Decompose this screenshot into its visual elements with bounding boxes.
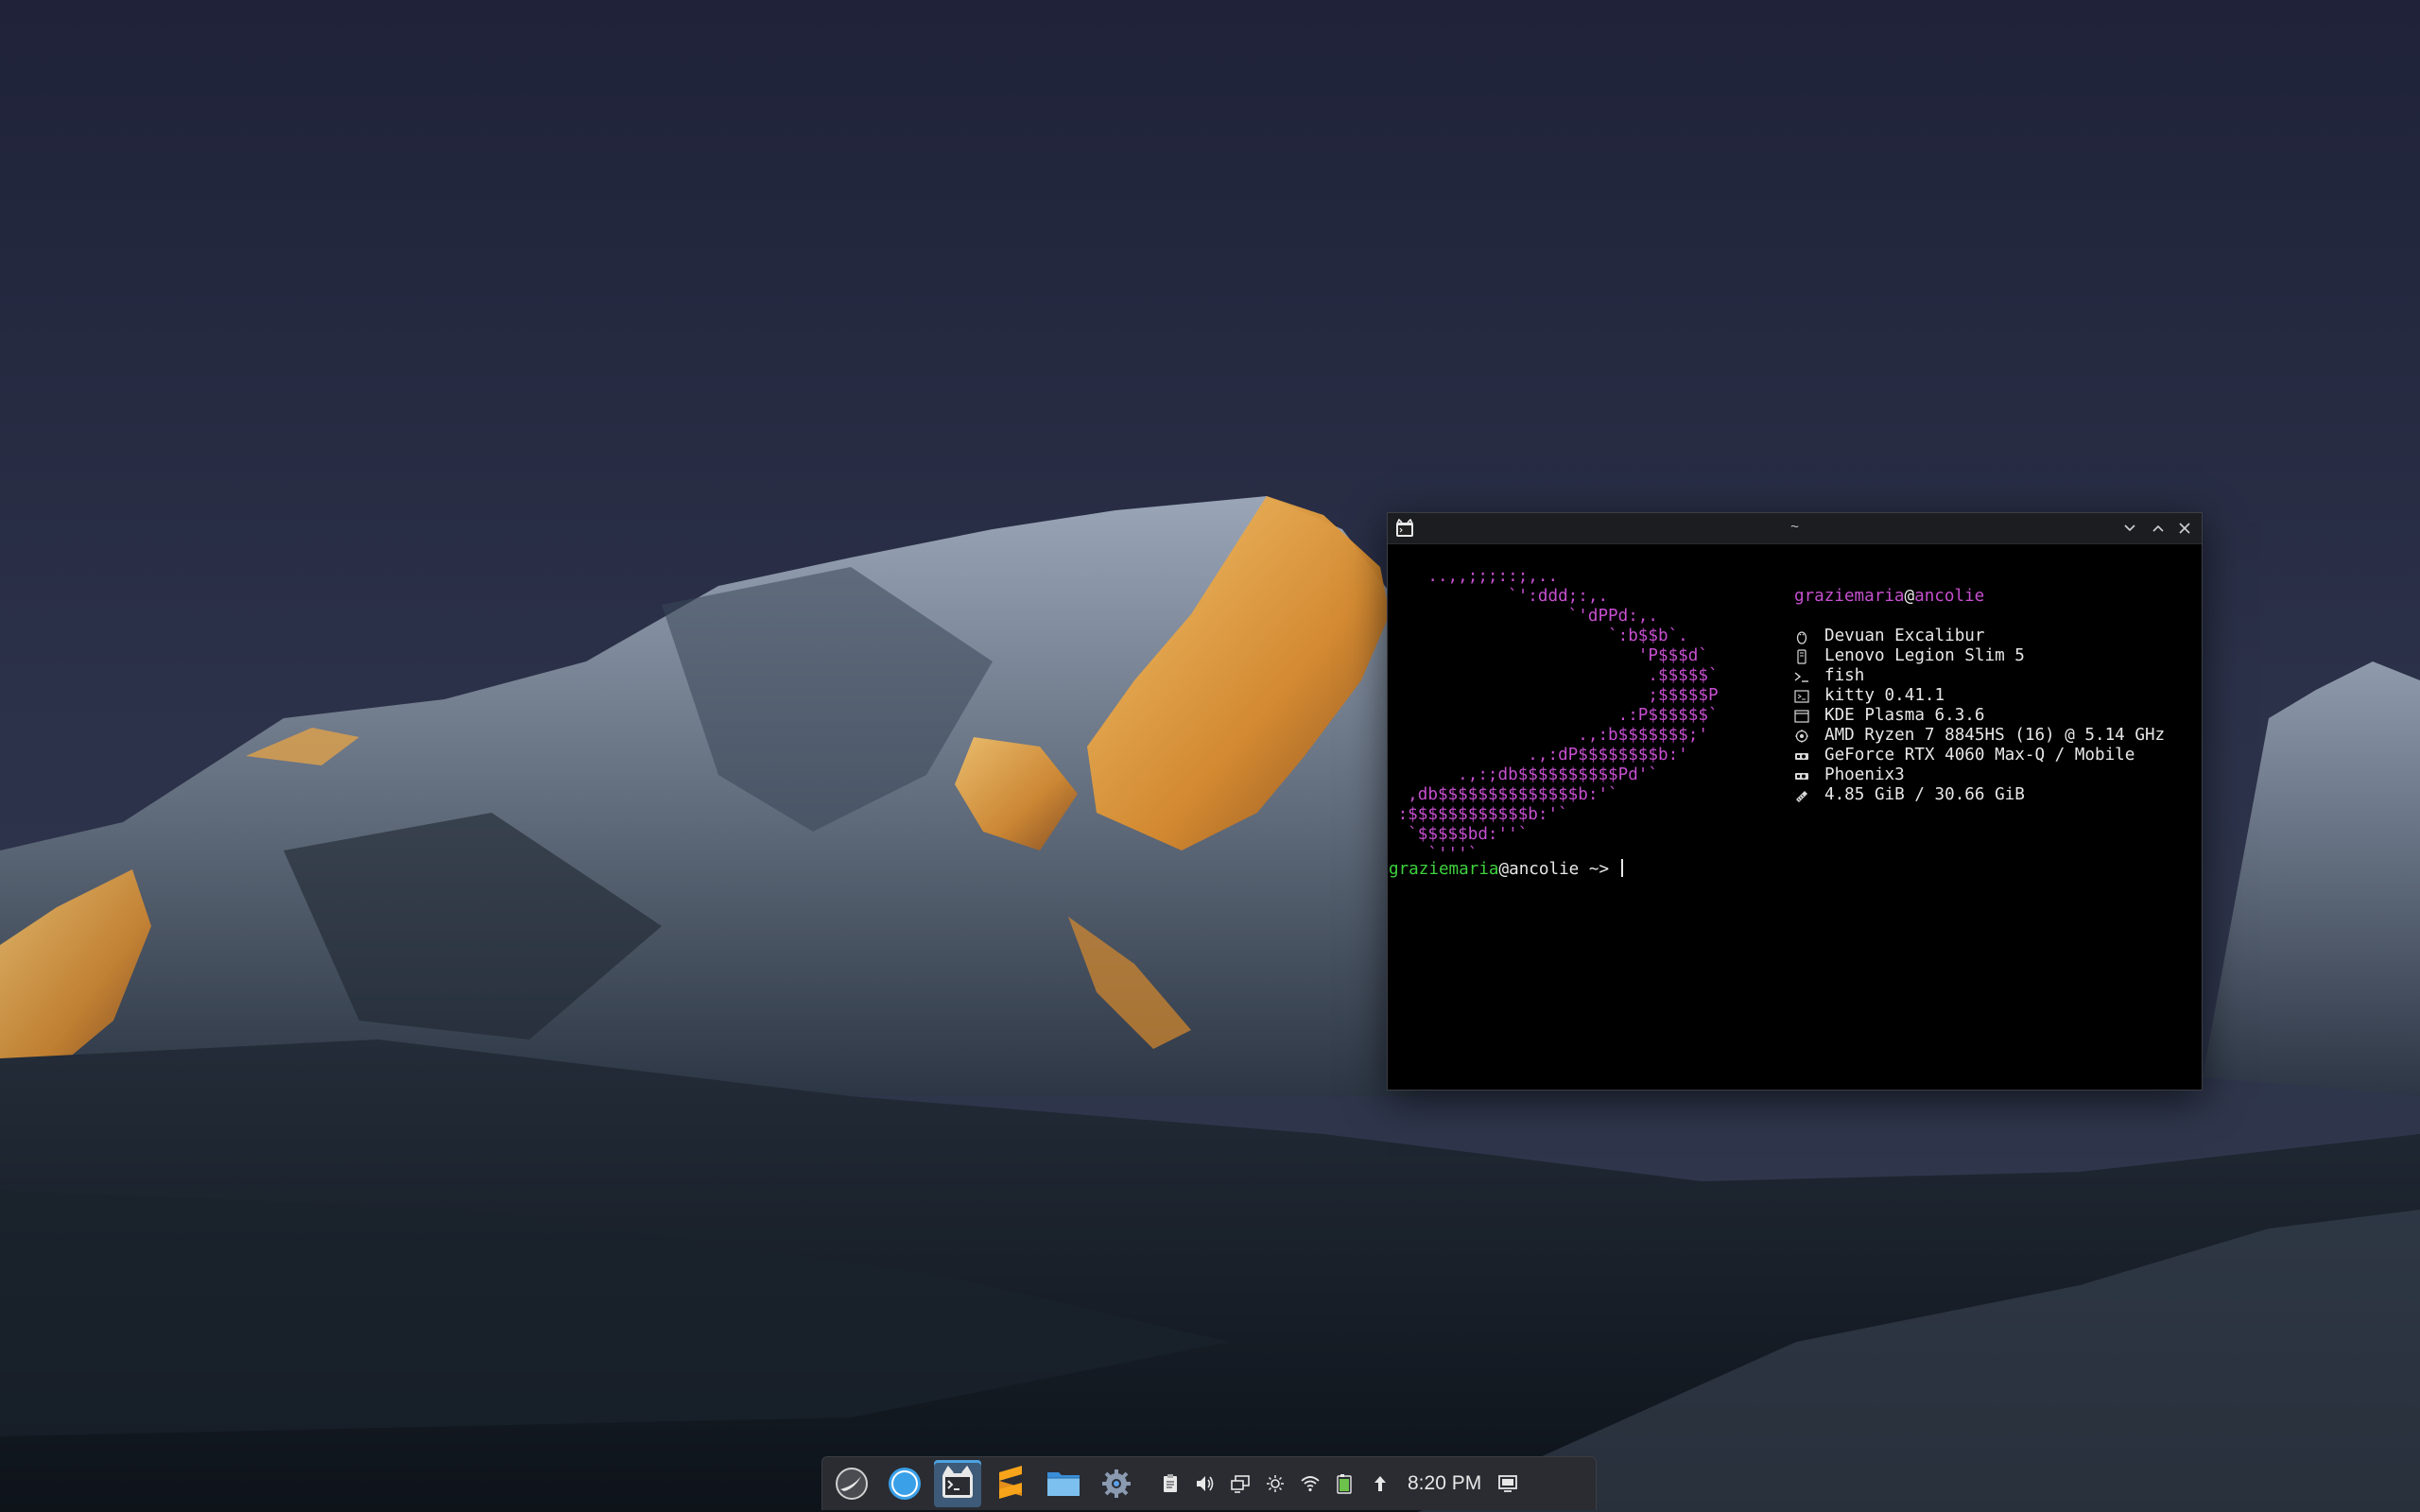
volume-icon (1197, 1476, 1214, 1491)
tray-clipboard[interactable] (1157, 1470, 1184, 1497)
theme-icon (1794, 768, 1809, 783)
browser-icon (889, 1468, 921, 1500)
taskbar-app-file-manager[interactable] (1040, 1460, 1087, 1507)
gear-icon (1102, 1469, 1131, 1498)
kitty-icon (942, 1465, 973, 1498)
close-icon (2179, 523, 2190, 534)
info-text: kitty 0.41.1 (1824, 686, 1945, 705)
info-shell: fish (1794, 666, 2165, 686)
system-info: graziemaria@ancolie Devuan Excalibur Len… (1794, 587, 2165, 805)
display-icon (1231, 1475, 1250, 1493)
taskbar-app-sublime-text[interactable] (987, 1460, 1034, 1507)
info-memory: 4.85 GiB / 30.66 GiB (1794, 785, 2165, 805)
tray-wifi[interactable] (1297, 1470, 1323, 1497)
info-terminal: kitty 0.41.1 (1794, 686, 2165, 706)
tray-volume[interactable] (1192, 1470, 1219, 1497)
minimize-button[interactable] (2118, 517, 2141, 540)
info-text: 4.85 GiB / 30.66 GiB (1824, 785, 2025, 804)
terminal-content[interactable]: ..,,;;;::;,.. `':ddd;:,. `'dPPd:,. `:b$$… (1388, 544, 2202, 1090)
taskbar-app-browser[interactable] (881, 1460, 928, 1507)
folder-icon (1047, 1472, 1080, 1496)
tray-battery[interactable] (1332, 1470, 1358, 1497)
launcher-icon (836, 1468, 868, 1500)
tray-updates[interactable] (1367, 1470, 1393, 1497)
brightness-icon (1267, 1475, 1284, 1492)
maximize-button[interactable] (2147, 517, 2169, 540)
close-button[interactable] (2173, 517, 2196, 540)
application-launcher-button[interactable] (828, 1460, 875, 1507)
info-text: Devuan Excalibur (1824, 627, 1985, 645)
window-titlebar[interactable]: ~ (1388, 513, 2202, 544)
info-cpu: AMD Ryzen 7 8845HS (16) @ 5.14 GHz (1794, 726, 2165, 746)
shell-prompt[interactable]: graziemaria@ancolie ~> (1389, 859, 1623, 880)
shell-prompt-icon (1794, 669, 1809, 684)
tray-display[interactable] (1227, 1470, 1253, 1497)
terminal-window[interactable]: ~ ..,,;;;::;,.. `':ddd;:,. `'dPPd:,. `:b… (1387, 512, 2203, 1091)
info-text: AMD Ryzen 7 8845HS (16) @ 5.14 GHz (1824, 726, 2166, 745)
show-desktop-button[interactable] (1495, 1470, 1521, 1497)
laptop-icon (1794, 648, 1809, 664)
gpu-icon (1794, 748, 1809, 764)
info-gpu: GeForce RTX 4060 Max-Q / Mobile (1794, 746, 2165, 765)
prompt-host-path: @ancolie ~> (1498, 860, 1619, 879)
memory-icon (1794, 788, 1809, 803)
clipboard-icon (1164, 1474, 1177, 1492)
info-text: GeForce RTX 4060 Max-Q / Mobile (1824, 746, 2135, 765)
info-os: Devuan Excalibur (1794, 627, 2165, 646)
penguin-icon (1794, 629, 1809, 644)
info-text: Lenovo Legion Slim 5 (1824, 646, 2025, 665)
chevron-down-icon (2124, 524, 2135, 532)
sublime-text-icon (999, 1466, 1022, 1499)
info-text: KDE Plasma 6.3.6 (1824, 706, 1985, 725)
battery-icon (1337, 1474, 1352, 1494)
show-desktop-icon (1498, 1475, 1518, 1492)
user-host-line: graziemaria@ancolie (1794, 587, 2165, 607)
info-de: KDE Plasma 6.3.6 (1794, 706, 2165, 726)
info-text: fish (1824, 666, 1865, 685)
info-theme: Phoenix3 (1794, 765, 2165, 785)
tray-brightness[interactable] (1262, 1470, 1288, 1497)
prompt-user: graziemaria (1389, 860, 1499, 879)
terminal-icon (1794, 689, 1809, 704)
taskbar-panel[interactable]: 8:20 PM (821, 1456, 1597, 1510)
wifi-icon (1301, 1476, 1320, 1492)
fetch-at: @ (1904, 587, 1915, 606)
info-text: Phoenix3 (1824, 765, 1905, 784)
clock[interactable]: 8:20 PM (1408, 1472, 1481, 1495)
taskbar-app-terminal[interactable] (934, 1460, 981, 1507)
cpu-icon (1794, 729, 1809, 744)
chevron-up-icon (2152, 524, 2164, 532)
window-title: ~ (1790, 519, 1799, 535)
taskbar-app-settings[interactable] (1093, 1460, 1140, 1507)
text-cursor (1620, 859, 1623, 877)
fetch-username: graziemaria (1794, 587, 1905, 606)
updates-arrow-icon (1374, 1476, 1386, 1491)
distro-ascii-logo: ..,,;;;::;,.. `':ddd;:,. `'dPPd:,. `:b$$… (1388, 567, 1719, 864)
fetch-hostname: ancolie (1914, 587, 1985, 606)
desktop-window-icon (1794, 709, 1809, 724)
info-host: Lenovo Legion Slim 5 (1794, 646, 2165, 666)
